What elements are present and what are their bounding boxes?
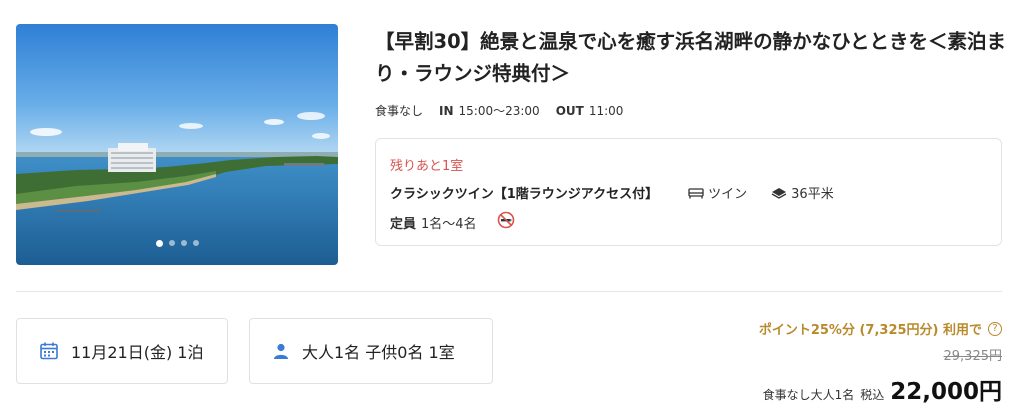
capacity-value: 1名〜4名: [421, 216, 477, 232]
capacity-label: 定員: [390, 216, 417, 232]
carousel-dot-3[interactable]: [180, 240, 187, 246]
plan-meta: 食事なし IN 15:00〜23:00 OUT 11:00: [375, 102, 623, 119]
section-divider: [16, 291, 1002, 292]
checkout-label: OUT: [555, 103, 584, 118]
price-note: 食事なし大人1名: [762, 388, 855, 402]
room-area-label: 36平米: [791, 187, 834, 202]
points-discount: ポイント25%分 (7,325円分) 利用で ?: [759, 319, 1002, 338]
room-info-row: クラシックツイン【1階ラウンジアクセス付】 ツイン 36平米: [390, 183, 834, 202]
meal-info: 食事なし: [375, 104, 424, 118]
price-amount: 22,000円: [890, 379, 1002, 405]
person-icon: [274, 343, 288, 359]
carousel-dot-4[interactable]: [192, 240, 199, 246]
checkout-time: 11:00: [588, 103, 624, 118]
date-selector[interactable]: 11月21日(金) 1泊: [16, 318, 228, 384]
guest-selector[interactable]: 大人1名 子供0名 1室: [249, 318, 493, 384]
hotel-photo: [16, 24, 338, 265]
price-row: 食事なし大人1名 税込 22,000円: [763, 372, 1002, 406]
carousel-dot-1[interactable]: [155, 240, 163, 247]
carousel-dot-2[interactable]: [168, 240, 175, 246]
carousel-dots[interactable]: [16, 240, 338, 247]
bed-icon: [688, 187, 704, 198]
room-card[interactable]: 残りあと1室 クラシックツイン【1階ラウンジアクセス付】 ツイン 36平米 定員…: [375, 138, 1002, 246]
bed-type-label: ツイン: [708, 187, 748, 202]
plan-title[interactable]: 【早割30】絶景と温泉で心を癒す浜名湖畔の静かなひとときを＜素泊まり・ラウンジ特…: [375, 26, 1015, 90]
original-price: 29,325円: [943, 349, 1003, 364]
no-smoking-icon: [497, 211, 515, 233]
capacity-row: 定員 1名〜4名: [390, 211, 515, 233]
calendar-icon: [40, 342, 58, 360]
date-value: 11月21日(金) 1泊: [71, 343, 204, 362]
checkin-label: IN: [439, 103, 454, 118]
room-area: 36平米: [771, 183, 834, 202]
checkin-time: 15:00〜23:00: [458, 104, 540, 118]
hotel-photo-carousel[interactable]: [16, 24, 338, 265]
floor-area-icon: [771, 187, 787, 199]
availability-text: 残りあと1室: [390, 159, 464, 174]
bed-type: ツイン: [688, 183, 747, 202]
points-text: ポイント25%分 (7,325円分) 利用で: [758, 323, 982, 338]
help-icon[interactable]: ?: [988, 321, 1002, 336]
room-name[interactable]: クラシックツイン【1階ラウンジアクセス付】: [390, 183, 658, 202]
tax-label: 税込: [860, 388, 885, 402]
guests-value: 大人1名 子供0名 1室: [302, 343, 455, 362]
